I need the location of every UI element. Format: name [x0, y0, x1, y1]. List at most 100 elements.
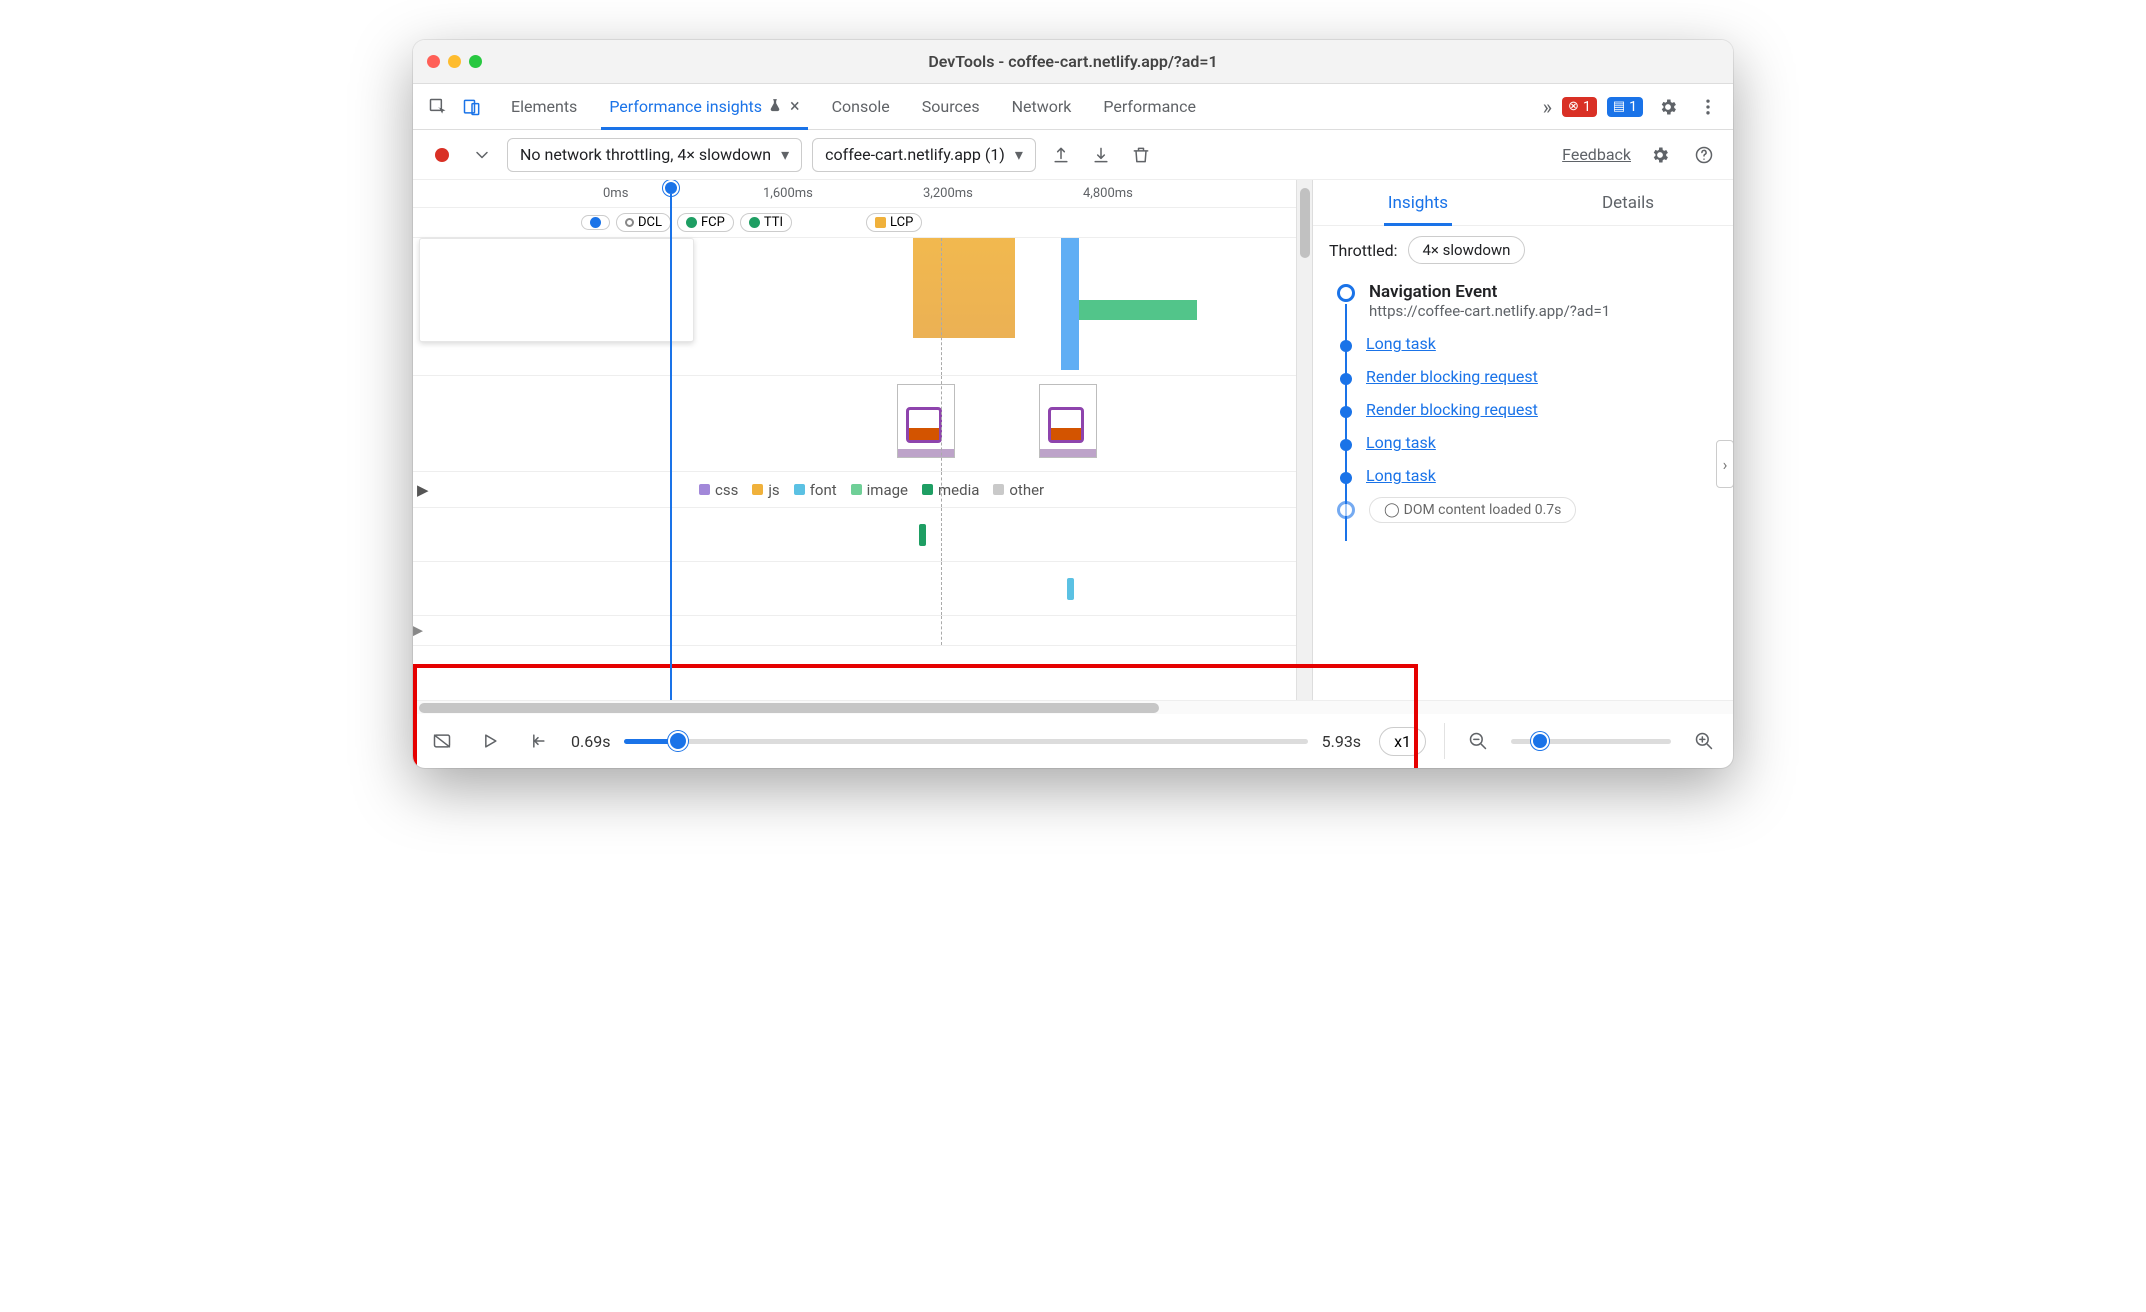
- tab-insights[interactable]: Insights: [1313, 180, 1523, 225]
- tab-performance[interactable]: Performance: [1101, 84, 1198, 129]
- dcl-chip[interactable]: ◯DOM content loaded 0.7s: [1369, 497, 1576, 523]
- time-ruler[interactable]: 0ms 1,600ms 3,200ms 4,800ms: [413, 180, 1312, 208]
- import-icon[interactable]: [1086, 140, 1116, 170]
- throttled-row: Throttled: 4× slowdown: [1313, 226, 1733, 274]
- dcl-chip-label: DOM content loaded 0.7s: [1404, 502, 1562, 518]
- page-select-value: coffee-cart.netlify.app (1): [825, 145, 1005, 164]
- marker-label: LCP: [890, 215, 913, 230]
- insight-item[interactable]: Long task: [1337, 433, 1717, 452]
- slider-knob[interactable]: [668, 731, 688, 751]
- sidebar-tabs: Insights Details: [1313, 180, 1733, 226]
- marker-lcp[interactable]: LCP: [866, 213, 922, 232]
- timeline-panel[interactable]: 0ms 1,600ms 3,200ms 4,800ms DCL FCP TTI …: [413, 180, 1313, 700]
- navigation-event[interactable]: Navigation Event https://coffee-cart.net…: [1337, 282, 1717, 320]
- toggle-screenshots-icon[interactable]: [427, 726, 457, 756]
- sidebar-toggle[interactable]: ›: [1716, 440, 1733, 488]
- insight-item[interactable]: Render blocking request: [1337, 400, 1717, 419]
- marker-tti[interactable]: TTI: [740, 213, 792, 232]
- track-event[interactable]: [1067, 578, 1074, 600]
- throttled-chip[interactable]: 4× slowdown: [1408, 236, 1526, 264]
- kebab-menu-icon[interactable]: [1693, 92, 1723, 122]
- scrollbar-thumb[interactable]: [419, 703, 1159, 713]
- tab-details[interactable]: Details: [1523, 180, 1733, 225]
- record-options-caret[interactable]: [467, 140, 497, 170]
- marker-dcl[interactable]: DCL: [616, 213, 671, 232]
- event-node-icon: [1340, 472, 1352, 484]
- window-titlebar: DevTools - coffee-cart.netlify.app/?ad=1: [413, 40, 1733, 84]
- insight-link[interactable]: Render blocking request: [1366, 367, 1538, 386]
- markers-row: DCL FCP TTI LCP: [413, 208, 1312, 238]
- legend-swatch: [993, 484, 1004, 495]
- error-icon: ⊗: [1568, 99, 1579, 114]
- event-url: https://coffee-cart.netlify.app/?ad=1: [1369, 302, 1610, 320]
- insight-item[interactable]: Render blocking request: [1337, 367, 1717, 386]
- rewind-button[interactable]: [523, 726, 553, 756]
- help-icon[interactable]: [1689, 140, 1719, 170]
- expand-track-icon[interactable]: ▶: [417, 481, 429, 499]
- panel-settings-icon[interactable]: [1645, 140, 1675, 170]
- marker-badge[interactable]: [581, 215, 610, 230]
- tab-performance-insights[interactable]: Performance insights ×: [607, 84, 801, 129]
- insight-link[interactable]: Long task: [1366, 334, 1436, 353]
- legend-css: css: [699, 481, 738, 499]
- marker-guideline: [941, 238, 942, 375]
- sidetab-label: Insights: [1388, 193, 1448, 213]
- feedback-link[interactable]: Feedback: [1562, 145, 1631, 164]
- tab-console[interactable]: Console: [830, 84, 892, 129]
- marker-guideline: [941, 508, 942, 561]
- legend-other: other: [993, 481, 1044, 499]
- throttling-select[interactable]: No network throttling, 4× slowdown ▾: [507, 138, 802, 172]
- more-tabs-icon[interactable]: »: [1543, 95, 1552, 119]
- page-select[interactable]: coffee-cart.netlify.app (1) ▾: [812, 138, 1036, 172]
- zoom-knob[interactable]: [1531, 732, 1549, 750]
- legend-label: css: [715, 481, 738, 499]
- export-icon[interactable]: [1046, 140, 1076, 170]
- delete-icon[interactable]: [1126, 140, 1156, 170]
- zoom-slider[interactable]: [1511, 739, 1671, 744]
- messages-badge[interactable]: ▤1: [1607, 97, 1643, 117]
- device-toggle-icon[interactable]: [457, 92, 487, 122]
- tab-network[interactable]: Network: [1010, 84, 1074, 129]
- throttled-label: Throttled:: [1329, 241, 1398, 260]
- slider-track[interactable]: [624, 739, 1307, 744]
- inspect-element-icon[interactable]: [423, 92, 453, 122]
- insight-item[interactable]: Long task: [1337, 334, 1717, 353]
- filmstrip-track[interactable]: [413, 376, 1312, 472]
- record-dot-icon: [435, 148, 449, 162]
- horizontal-scrollbar[interactable]: [413, 700, 1733, 714]
- tab-sources[interactable]: Sources: [920, 84, 982, 129]
- scrollbar-thumb[interactable]: [1300, 188, 1310, 258]
- insight-link[interactable]: Render blocking request: [1366, 400, 1538, 419]
- playback-slider[interactable]: 0.69s 5.93s: [571, 732, 1361, 751]
- event-title: Navigation Event: [1369, 282, 1610, 302]
- filmstrip-thumbnail[interactable]: [1039, 384, 1097, 458]
- zoom-out-icon[interactable]: [1463, 726, 1493, 756]
- sidetab-label: Details: [1602, 193, 1654, 213]
- settings-icon[interactable]: [1653, 92, 1683, 122]
- close-tab-icon[interactable]: ×: [790, 96, 800, 117]
- error-badge[interactable]: ⊗1: [1562, 97, 1597, 117]
- insight-link[interactable]: Long task: [1366, 433, 1436, 452]
- playback-speed[interactable]: x1: [1379, 727, 1426, 756]
- insight-link[interactable]: Long task: [1366, 466, 1436, 485]
- insight-item[interactable]: Long task: [1337, 466, 1717, 485]
- play-button[interactable]: [475, 726, 505, 756]
- filmstrip-thumbnail[interactable]: [897, 384, 955, 458]
- dcl-event[interactable]: ◯DOM content loaded 0.7s: [1337, 499, 1717, 519]
- tab-elements[interactable]: Elements: [509, 84, 579, 129]
- expand-track-icon[interactable]: ▶: [413, 623, 423, 638]
- record-button[interactable]: [427, 140, 457, 170]
- overview-track[interactable]: [413, 238, 1312, 376]
- zoom-in-icon[interactable]: [1689, 726, 1719, 756]
- ruler-tick: 1,600ms: [763, 186, 813, 201]
- network-track[interactable]: [413, 508, 1312, 562]
- gpu-track[interactable]: [413, 562, 1312, 616]
- vertical-scrollbar[interactable]: [1296, 180, 1312, 700]
- legend-image: image: [851, 481, 908, 499]
- track-event[interactable]: [919, 524, 926, 546]
- marker-fcp[interactable]: FCP: [677, 213, 734, 232]
- event-node-icon: [1340, 439, 1352, 451]
- footer-controls: 0.69s 5.93s x1: [413, 714, 1733, 768]
- extra-track[interactable]: ▶: [413, 616, 1312, 646]
- viewport-selection[interactable]: [419, 238, 694, 342]
